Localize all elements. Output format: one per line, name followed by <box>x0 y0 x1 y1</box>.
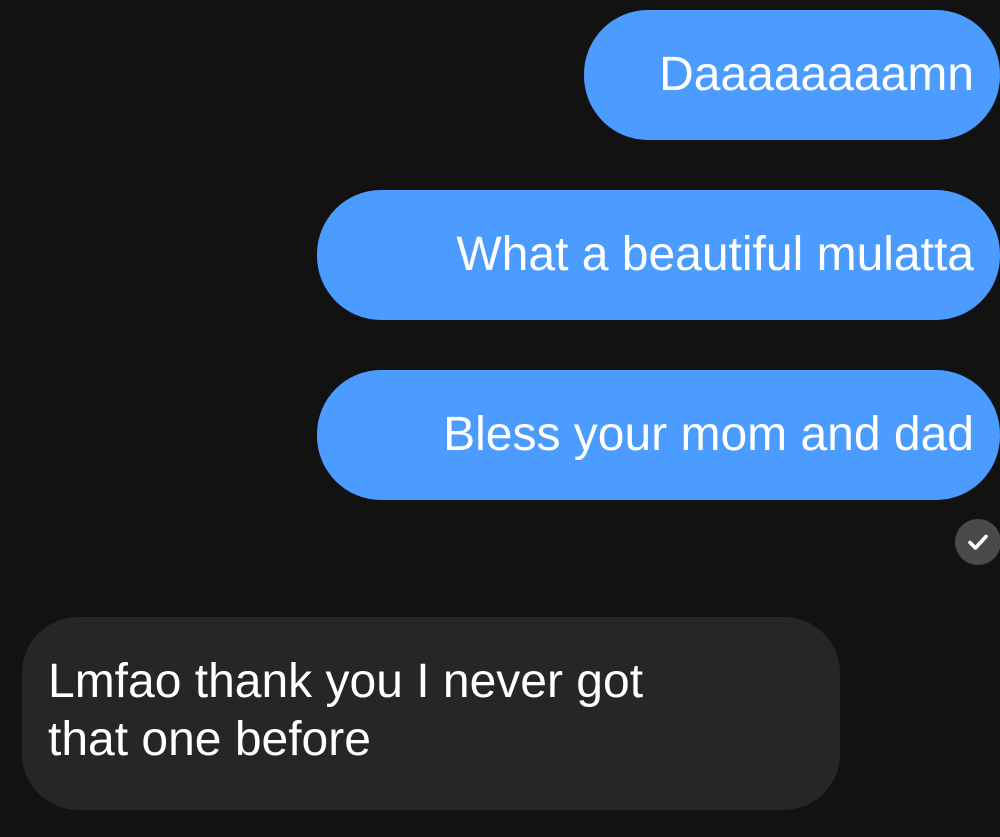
sent-message-bubble[interactable]: What a beautiful mulatta <box>317 190 1000 320</box>
sent-message-bubble[interactable]: Bless your mom and dad <box>317 370 1000 500</box>
sent-message-bubble[interactable]: Daaaaaaaamn <box>584 10 1000 140</box>
check-icon <box>968 534 988 550</box>
message-text: Bless your mom and dad <box>443 408 974 461</box>
message-text-line: that one before <box>48 713 371 766</box>
message-text-line: Lmfao thank you I never got <box>48 655 644 708</box>
read-receipt-check-icon <box>955 519 1000 565</box>
message-text: Daaaaaaaamn <box>659 48 974 101</box>
received-message-bubble[interactable]: Lmfao thank you I never got that one bef… <box>22 617 840 810</box>
message-text: What a beautiful mulatta <box>456 228 974 281</box>
